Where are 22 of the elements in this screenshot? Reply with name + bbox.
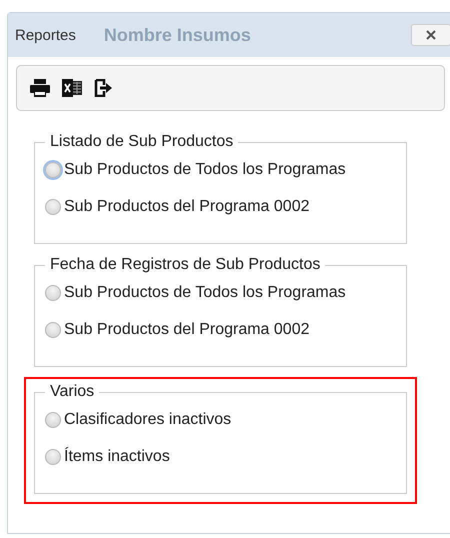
radio-button[interactable] [45,284,61,300]
close-icon [426,30,436,40]
close-button[interactable] [411,24,450,46]
print-icon[interactable] [30,79,50,97]
radio-label: Sub Productos de Todos los Programas [64,284,346,302]
group-legend: Listado de Sub Productos [45,133,238,151]
spreadsheet-icon[interactable] [62,78,82,98]
radio-button[interactable] [45,322,61,338]
exit-icon[interactable] [94,79,112,97]
radio-label: Ítems inactivos [64,448,170,466]
group-legend: Varios [45,383,100,401]
radio-label: Sub Productos del Programa 0002 [64,198,310,216]
radio-button[interactable] [45,162,61,178]
radio-label: Sub Productos del Programa 0002 [64,320,310,338]
radio-label: Sub Productos de Todos los Programas [64,160,346,178]
radio-label: Clasificadores inactivos [64,410,232,428]
window-title: Reportes [15,26,76,44]
radio-button[interactable] [45,412,61,428]
background-column-header: Nombre Insumos [104,24,251,46]
group-legend: Fecha de Registros de Sub Productos [45,256,326,274]
radio-button[interactable] [45,198,61,214]
radio-button[interactable] [45,448,61,464]
